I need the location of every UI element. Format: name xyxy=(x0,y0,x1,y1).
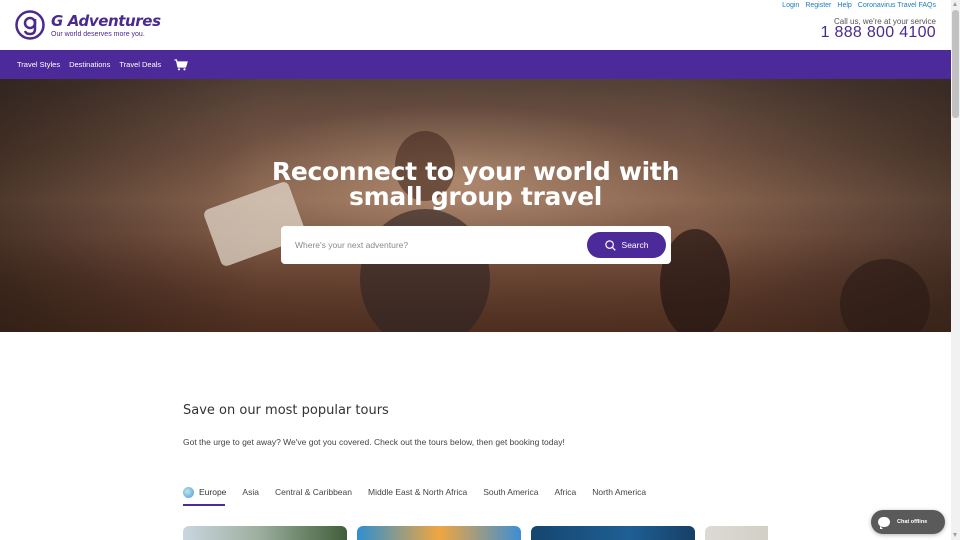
tab-label: Europe xyxy=(199,487,227,497)
tab-south-america[interactable]: South America xyxy=(483,485,538,499)
hero-title-line-1: Reconnect to your world with xyxy=(271,157,680,186)
main-nav: Travel Styles Destinations Travel Deals xyxy=(0,50,951,79)
search-input[interactable] xyxy=(295,237,575,253)
search-button[interactable]: Search xyxy=(587,232,666,258)
page-scrollbar[interactable] xyxy=(951,0,960,540)
search-icon xyxy=(604,239,616,251)
phone-number[interactable]: 1 888 800 4100 xyxy=(821,24,936,42)
tab-middle-east-north-africa[interactable]: Middle East & North Africa xyxy=(368,485,467,499)
chat-label: Chat offline xyxy=(897,519,928,525)
site-header: G Adventures Our world deserves more you… xyxy=(0,0,951,50)
logo-text: G Adventures Our world deserves more you… xyxy=(51,11,161,38)
search-button-label: Search xyxy=(621,240,649,250)
chat-widget[interactable]: Chat offline xyxy=(871,510,945,534)
g-logo-icon xyxy=(15,10,45,40)
register-link[interactable]: Register xyxy=(805,2,831,9)
login-link[interactable]: Login xyxy=(782,2,799,9)
nav-travel-styles[interactable]: Travel Styles xyxy=(17,60,60,69)
tour-card[interactable] xyxy=(531,526,695,540)
scrollbar-thumb[interactable] xyxy=(952,10,959,118)
section-subtitle: Got the urge to get away? We've got you … xyxy=(183,437,565,447)
cart-icon[interactable] xyxy=(174,58,189,71)
brand-tagline: Our world deserves more you. xyxy=(51,30,145,38)
page: G Adventures Our world deserves more you… xyxy=(0,0,960,540)
brand-logo[interactable]: G Adventures Our world deserves more you… xyxy=(15,10,161,40)
scroll-up-arrow-icon[interactable] xyxy=(953,2,957,6)
search-box: Search xyxy=(281,226,671,264)
nav-destinations[interactable]: Destinations xyxy=(69,60,110,69)
tour-cards xyxy=(183,526,768,540)
coronavirus-faq-link[interactable]: Coronavirus Travel FAQs xyxy=(858,2,936,9)
hero-title-line-2: small group travel xyxy=(348,182,602,211)
tab-central-caribbean[interactable]: Central & Caribbean xyxy=(275,485,352,499)
chat-bubble-icon xyxy=(878,517,890,529)
tab-europe[interactable]: Europe xyxy=(183,485,226,499)
tab-north-america[interactable]: North America xyxy=(592,485,646,499)
tour-card[interactable] xyxy=(183,526,347,540)
section-title: Save on our most popular tours xyxy=(183,403,389,418)
hero-title: Reconnect to your world with small group… xyxy=(0,159,951,209)
nav-travel-deals[interactable]: Travel Deals xyxy=(119,60,161,69)
tab-africa[interactable]: Africa xyxy=(554,485,576,499)
brand-name: G Adventures xyxy=(51,11,161,30)
europe-globe-icon xyxy=(183,486,194,498)
tab-asia[interactable]: Asia xyxy=(242,485,259,499)
help-link[interactable]: Help xyxy=(837,2,851,9)
tour-card[interactable] xyxy=(357,526,521,540)
region-tabs: Europe Asia Central & Caribbean Middle E… xyxy=(183,485,662,499)
active-tab-indicator xyxy=(183,504,225,506)
utility-links: Login Register Help Coronavirus Travel F… xyxy=(782,2,936,9)
scroll-down-arrow-icon[interactable] xyxy=(953,533,957,537)
tour-card[interactable] xyxy=(705,526,768,540)
